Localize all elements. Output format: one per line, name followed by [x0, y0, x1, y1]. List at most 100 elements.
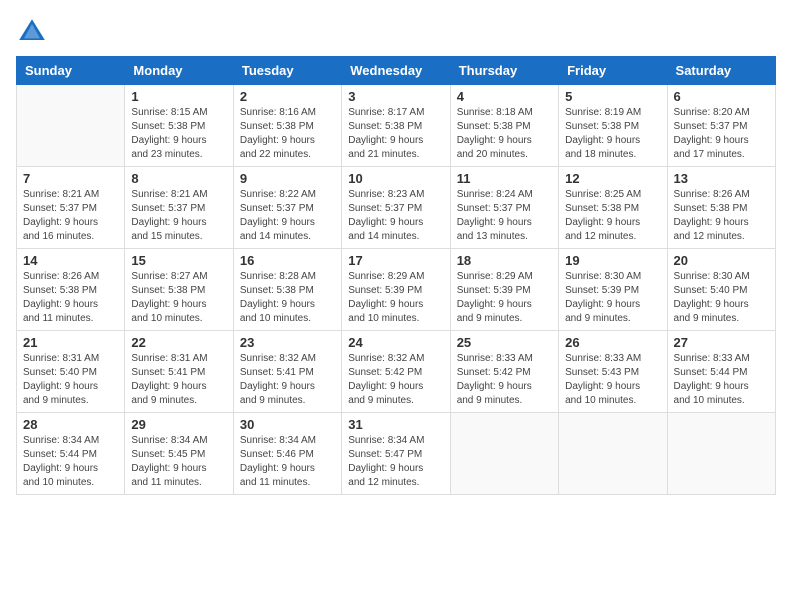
day-info: Sunrise: 8:26 AM Sunset: 5:38 PM Dayligh… [23, 270, 118, 326]
day-info: Sunrise: 8:30 AM Sunset: 5:40 PM Dayligh… [674, 270, 769, 326]
day-number: 19 [565, 253, 660, 268]
day-info: Sunrise: 8:29 AM Sunset: 5:39 PM Dayligh… [348, 270, 443, 326]
day-info: Sunrise: 8:34 AM Sunset: 5:46 PM Dayligh… [240, 434, 335, 490]
calendar-cell [17, 85, 125, 167]
calendar-cell: 7Sunrise: 8:21 AM Sunset: 5:37 PM Daylig… [17, 167, 125, 249]
day-number: 27 [674, 335, 769, 350]
calendar-cell: 9 Sunrise: 8:22 AM Sunset: 5:37 PM Daylig… [233, 167, 341, 249]
calendar-cell: 16 Sunrise: 8:28 AM Sunset: 5:38 PM Dayli… [233, 249, 341, 331]
day-number: 9 [240, 171, 335, 186]
day-info: Sunrise: 8:29 AM Sunset: 5:39 PM Dayligh… [457, 270, 552, 326]
calendar-cell: 18 Sunrise: 8:29 AM Sunset: 5:39 PM Dayli… [450, 249, 558, 331]
day-number: 14 [23, 253, 118, 268]
day-number: 12 [565, 171, 660, 186]
day-info: Sunrise: 8:15 AM Sunset: 5:38 PM Dayligh… [131, 106, 226, 162]
day-number: 23 [240, 335, 335, 350]
calendar-cell: 6 Sunrise: 8:20 AM Sunset: 5:37 PM Daylig… [667, 85, 775, 167]
calendar-cell: 8Sunrise: 8:21 AM Sunset: 5:37 PM Daylig… [125, 167, 233, 249]
logo [16, 16, 54, 48]
calendar-cell: 28Sunrise: 8:34 AM Sunset: 5:44 PM Dayli… [17, 413, 125, 495]
day-number: 1 [131, 89, 226, 104]
day-number: 20 [674, 253, 769, 268]
day-number: 25 [457, 335, 552, 350]
calendar: SundayMondayTuesdayWednesdayThursdayFrid… [16, 56, 776, 495]
day-info: Sunrise: 8:16 AM Sunset: 5:38 PM Dayligh… [240, 106, 335, 162]
day-number: 11 [457, 171, 552, 186]
day-info: Sunrise: 8:18 AM Sunset: 5:38 PM Dayligh… [457, 106, 552, 162]
day-info: Sunrise: 8:28 AM Sunset: 5:38 PM Dayligh… [240, 270, 335, 326]
calendar-week-row: 1 Sunrise: 8:15 AM Sunset: 5:38 PM Daylig… [17, 85, 776, 167]
calendar-cell: 10Sunrise: 8:23 AM Sunset: 5:37 PM Dayli… [342, 167, 450, 249]
day-info: Sunrise: 8:26 AM Sunset: 5:38 PM Dayligh… [674, 188, 769, 244]
weekday-header: Friday [559, 57, 667, 85]
calendar-week-row: 14 Sunrise: 8:26 AM Sunset: 5:38 PM Dayli… [17, 249, 776, 331]
day-number: 13 [674, 171, 769, 186]
calendar-cell [667, 413, 775, 495]
calendar-week-row: 7Sunrise: 8:21 AM Sunset: 5:37 PM Daylig… [17, 167, 776, 249]
day-info: Sunrise: 8:32 AM Sunset: 5:42 PM Dayligh… [348, 352, 443, 408]
day-number: 17 [348, 253, 443, 268]
calendar-cell: 17 Sunrise: 8:29 AM Sunset: 5:39 PM Dayli… [342, 249, 450, 331]
day-info: Sunrise: 8:24 AM Sunset: 5:37 PM Dayligh… [457, 188, 552, 244]
calendar-cell: 15Sunrise: 8:27 AM Sunset: 5:38 PM Dayli… [125, 249, 233, 331]
day-info: Sunrise: 8:33 AM Sunset: 5:42 PM Dayligh… [457, 352, 552, 408]
day-info: Sunrise: 8:32 AM Sunset: 5:41 PM Dayligh… [240, 352, 335, 408]
calendar-cell: 19 Sunrise: 8:30 AM Sunset: 5:39 PM Dayli… [559, 249, 667, 331]
calendar-cell: 23 Sunrise: 8:32 AM Sunset: 5:41 PM Dayli… [233, 331, 341, 413]
day-info: Sunrise: 8:30 AM Sunset: 5:39 PM Dayligh… [565, 270, 660, 326]
day-number: 29 [131, 417, 226, 432]
calendar-cell: 13 Sunrise: 8:26 AM Sunset: 5:38 PM Dayli… [667, 167, 775, 249]
day-number: 8 [131, 171, 226, 186]
day-number: 5 [565, 89, 660, 104]
calendar-cell: 2 Sunrise: 8:16 AM Sunset: 5:38 PM Daylig… [233, 85, 341, 167]
day-info: Sunrise: 8:31 AM Sunset: 5:40 PM Dayligh… [23, 352, 118, 408]
day-number: 28 [23, 417, 118, 432]
weekday-header: Saturday [667, 57, 775, 85]
day-info: Sunrise: 8:31 AM Sunset: 5:41 PM Dayligh… [131, 352, 226, 408]
calendar-header-row: SundayMondayTuesdayWednesdayThursdayFrid… [17, 57, 776, 85]
day-number: 2 [240, 89, 335, 104]
day-number: 3 [348, 89, 443, 104]
day-number: 22 [131, 335, 226, 350]
day-info: Sunrise: 8:17 AM Sunset: 5:38 PM Dayligh… [348, 106, 443, 162]
day-info: Sunrise: 8:19 AM Sunset: 5:38 PM Dayligh… [565, 106, 660, 162]
calendar-cell: 31 Sunrise: 8:34 AM Sunset: 5:47 PM Dayli… [342, 413, 450, 495]
day-info: Sunrise: 8:33 AM Sunset: 5:44 PM Dayligh… [674, 352, 769, 408]
day-info: Sunrise: 8:20 AM Sunset: 5:37 PM Dayligh… [674, 106, 769, 162]
calendar-cell: 21 Sunrise: 8:31 AM Sunset: 5:40 PM Dayli… [17, 331, 125, 413]
day-number: 6 [674, 89, 769, 104]
day-info: Sunrise: 8:34 AM Sunset: 5:45 PM Dayligh… [131, 434, 226, 490]
calendar-cell: 1 Sunrise: 8:15 AM Sunset: 5:38 PM Daylig… [125, 85, 233, 167]
weekday-header: Wednesday [342, 57, 450, 85]
calendar-cell: 20 Sunrise: 8:30 AM Sunset: 5:40 PM Dayli… [667, 249, 775, 331]
day-number: 24 [348, 335, 443, 350]
day-info: Sunrise: 8:22 AM Sunset: 5:37 PM Dayligh… [240, 188, 335, 244]
calendar-cell: 24 Sunrise: 8:32 AM Sunset: 5:42 PM Dayli… [342, 331, 450, 413]
calendar-cell: 27 Sunrise: 8:33 AM Sunset: 5:44 PM Dayli… [667, 331, 775, 413]
calendar-cell: 29 Sunrise: 8:34 AM Sunset: 5:45 PM Dayli… [125, 413, 233, 495]
day-info: Sunrise: 8:34 AM Sunset: 5:47 PM Dayligh… [348, 434, 443, 490]
calendar-cell: 12Sunrise: 8:25 AM Sunset: 5:38 PM Dayli… [559, 167, 667, 249]
day-info: Sunrise: 8:33 AM Sunset: 5:43 PM Dayligh… [565, 352, 660, 408]
header [16, 16, 776, 48]
day-info: Sunrise: 8:23 AM Sunset: 5:37 PM Dayligh… [348, 188, 443, 244]
day-number: 16 [240, 253, 335, 268]
calendar-cell: 22 Sunrise: 8:31 AM Sunset: 5:41 PM Dayli… [125, 331, 233, 413]
calendar-week-row: 28Sunrise: 8:34 AM Sunset: 5:44 PM Dayli… [17, 413, 776, 495]
day-number: 21 [23, 335, 118, 350]
calendar-cell [559, 413, 667, 495]
calendar-week-row: 21 Sunrise: 8:31 AM Sunset: 5:40 PM Dayli… [17, 331, 776, 413]
day-number: 30 [240, 417, 335, 432]
day-number: 18 [457, 253, 552, 268]
calendar-cell: 11 Sunrise: 8:24 AM Sunset: 5:37 PM Dayli… [450, 167, 558, 249]
calendar-cell: 4 Sunrise: 8:18 AM Sunset: 5:38 PM Daylig… [450, 85, 558, 167]
day-info: Sunrise: 8:27 AM Sunset: 5:38 PM Dayligh… [131, 270, 226, 326]
calendar-cell: 26 Sunrise: 8:33 AM Sunset: 5:43 PM Dayli… [559, 331, 667, 413]
day-number: 4 [457, 89, 552, 104]
calendar-cell: 25 Sunrise: 8:33 AM Sunset: 5:42 PM Dayli… [450, 331, 558, 413]
day-number: 31 [348, 417, 443, 432]
day-number: 26 [565, 335, 660, 350]
weekday-header: Thursday [450, 57, 558, 85]
calendar-cell: 5 Sunrise: 8:19 AM Sunset: 5:38 PM Daylig… [559, 85, 667, 167]
weekday-header: Monday [125, 57, 233, 85]
